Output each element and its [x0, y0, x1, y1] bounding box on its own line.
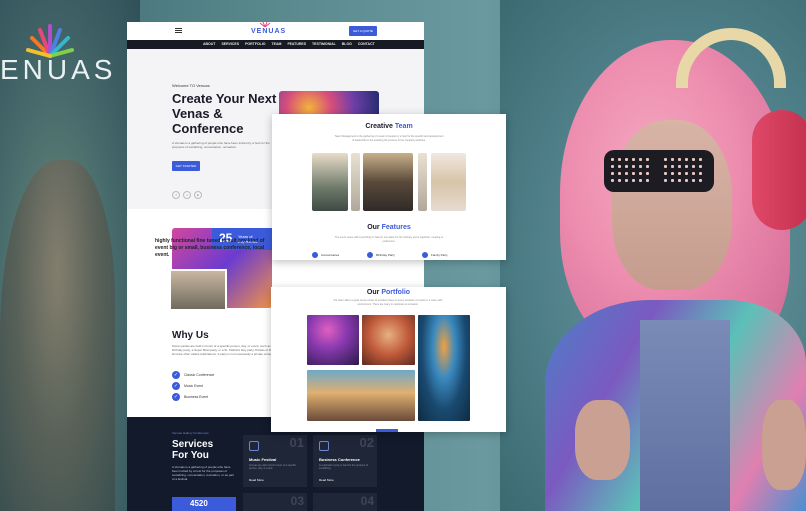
nav-portfolio[interactable]: PORTFOLIO [245, 42, 265, 46]
nav-team[interactable]: TEAM [272, 42, 282, 46]
site-logo[interactable]: VENUAS [251, 28, 286, 35]
feature-icon [422, 252, 428, 258]
why-item-label: Music Event [184, 384, 204, 388]
portfolio-preview: Our Portfolio Our team offers a great ve… [271, 287, 506, 432]
service-text: A celebration party is held for the purp… [319, 464, 368, 470]
why-item: ✓ Classic Conference [172, 371, 214, 379]
check-icon: ✓ [172, 393, 180, 401]
team-subtitle: Team Management is the gathering of a te… [334, 135, 444, 142]
team-features-preview: Creative Team Team Management is the gat… [272, 114, 506, 260]
brand-wordmark: ENUAS [0, 54, 117, 85]
team-member-photo [312, 153, 348, 211]
portfolio-image[interactable] [307, 315, 359, 365]
nav-services[interactable]: SERVICES [221, 42, 239, 46]
about-tagline: highly functional fine tuned to suit any… [155, 238, 265, 258]
portfolio-title-accent: Portfolio [381, 289, 411, 296]
person-face [612, 120, 732, 290]
service-card[interactable]: 02 Business Conference A celebration par… [313, 435, 377, 487]
nav-contact[interactable]: CONTACT [358, 42, 375, 46]
nav-blog[interactable]: BLOG [342, 42, 352, 46]
team-member-photo [418, 153, 427, 211]
linkedin-icon[interactable]: in [194, 191, 202, 199]
about-image-secondary [169, 269, 227, 311]
team-member-photo [363, 153, 413, 211]
feature-item: Family Party [422, 252, 448, 258]
person-shirt [640, 320, 730, 511]
why-item: ✓ Music Event [172, 382, 203, 390]
why-us-title: Why Us [172, 330, 209, 341]
service-card[interactable]: 01 Music Festival Venuas are also held i… [243, 435, 307, 487]
building-icon [319, 441, 329, 451]
service-name: Business Conference [319, 457, 360, 462]
hero-title: Create Your Next Venas & Conference [172, 91, 277, 136]
portfolio-title: Our Portfolio [271, 289, 506, 296]
features-title-text: Our [367, 224, 380, 231]
facebook-icon[interactable]: f [172, 191, 180, 199]
person-hand-right [762, 400, 806, 490]
service-name: Music Festival [249, 457, 277, 462]
features-title: Our Features [272, 224, 506, 231]
glasses-lens-left [609, 156, 653, 186]
site-header: VENUAS GET A QUOTE [127, 22, 424, 40]
portfolio-title-text: Our [366, 289, 380, 296]
portfolio-image[interactable] [362, 315, 415, 365]
why-item-label: Business Event [184, 395, 209, 399]
read-more-link[interactable]: Read More [319, 478, 334, 482]
get-started-button[interactable]: GET STARTED [172, 161, 200, 171]
services-description: A Venuas is a gathering of people who ha… [172, 465, 234, 481]
site-logo-icon [259, 22, 271, 27]
portfolio-subtitle: Our team offers a great venue center at … [333, 299, 443, 306]
person-hand-left [575, 400, 630, 480]
features-subtitle: The event venue with everything on hand … [334, 236, 444, 243]
why-item: ✓ Business Event [172, 393, 208, 401]
team-member-photo [351, 153, 360, 211]
music-icon [249, 441, 259, 451]
check-icon: ✓ [172, 382, 180, 390]
nav-testimonial[interactable]: TESTIMONIAL [312, 42, 336, 46]
portfolio-image[interactable] [307, 370, 415, 421]
feature-label: Family Party [431, 253, 448, 257]
nav-about[interactable]: ABOUT [203, 42, 215, 46]
portfolio-more-button[interactable] [376, 429, 398, 432]
feature-label: Anniversaries [321, 253, 340, 257]
team-title-text: Creative [365, 123, 393, 130]
read-more-link[interactable]: Read More [249, 478, 264, 482]
feature-icon [312, 252, 318, 258]
feature-label: Birthday Party [376, 253, 395, 257]
service-number: 04 [360, 494, 374, 508]
service-number: 03 [290, 494, 304, 508]
site-preview: VENUAS GET A QUOTE ABOUT SERVICES PORTFO… [127, 22, 424, 511]
twitter-icon[interactable]: t [183, 191, 191, 199]
service-number: 01 [289, 435, 304, 450]
services-stat: 4520 [172, 497, 236, 511]
feature-item: Anniversaries [312, 252, 339, 258]
feature-icon [367, 252, 373, 258]
service-number: 02 [359, 435, 374, 450]
services-kicker: Venuas Gallery Conference [172, 431, 209, 435]
features-title-accent: Features [381, 224, 411, 231]
team-title: Creative Team [272, 123, 506, 130]
glasses-lens-right [662, 156, 706, 186]
feature-item: Birthday Party [367, 252, 395, 258]
headphone-icon [752, 110, 806, 230]
service-card[interactable]: 03 [243, 493, 307, 511]
portfolio-image[interactable] [418, 315, 470, 421]
why-item-label: Classic Conference [184, 373, 215, 377]
menu-icon[interactable] [175, 28, 182, 33]
why-us-description: Some parties are held in honor of a spec… [172, 344, 277, 356]
hero-description: A Venuas is a gathering of people who ha… [172, 141, 270, 149]
service-text: Venuas are also held in honor of a speci… [249, 464, 296, 470]
get-quote-button[interactable]: GET A QUOTE [349, 26, 377, 36]
team-title-accent: Team [394, 123, 413, 130]
nav-features[interactable]: FEATURES [287, 42, 306, 46]
hero-welcome: Welcome TO Venuas [172, 83, 210, 88]
background-person-left [0, 160, 115, 511]
service-card[interactable]: 04 [313, 493, 377, 511]
team-member-photo [431, 153, 466, 211]
services-title: Services For You [172, 439, 214, 461]
site-nav: ABOUT SERVICES PORTFOLIO TEAM FEATURES T… [127, 40, 424, 49]
glasses-icon [604, 150, 714, 192]
check-icon: ✓ [172, 371, 180, 379]
